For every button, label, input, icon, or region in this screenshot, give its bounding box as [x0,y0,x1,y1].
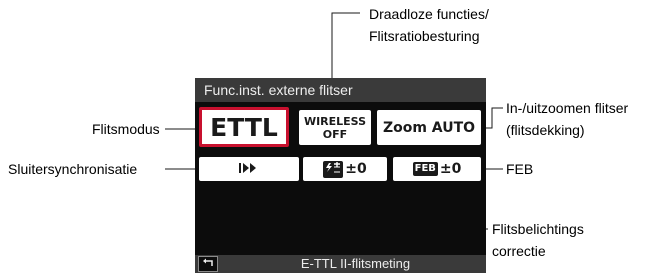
callout-shutter-sync: Sluitersynchronisatie [8,161,138,177]
wireless-button[interactable]: WIRELESS OFF [299,110,371,145]
callout-wireless-line2: Flitsratiobesturing [369,28,480,44]
return-button[interactable] [198,256,218,272]
fec-value: ±0 [345,161,367,177]
status-bar: E-TTL II-flitsmeting [195,255,486,273]
callout-fec: Flitsbelichtings correctie [492,218,584,262]
shutter-sync-button[interactable] [199,157,299,181]
menu-title: Func.inst. externe flitser [195,78,486,102]
flash-mode-value: ETTL [210,112,278,142]
callout-wireless: Draadloze functies/ Flitsratiobesturing [369,3,489,47]
callout-fec-line1: Flitsbelichtings [492,221,584,237]
callout-feb: FEB [506,161,534,177]
callout-zoom-line2: (flitsdekking) [506,122,585,138]
high-speed-sync-icon [238,160,260,179]
wireless-label: WIRELESS [303,114,367,128]
flash-exposure-compensation-button[interactable]: ±0 [303,157,387,181]
return-arrow-icon [202,255,214,273]
camera-lcd-screen: Func.inst. externe flitser ETTL WIRELESS… [195,78,486,273]
zoom-button[interactable]: Zoom AUTO [377,110,481,145]
callout-flash-mode: Flitsmodus [92,121,160,137]
callout-zoom: In-/uitzoomen flitser (flitsdekking) [506,97,628,141]
flash-mode-button[interactable]: ETTL [199,107,289,147]
flash-exposure-compensation-icon [323,160,344,178]
feb-label-chip: FEB [412,162,438,176]
zoom-value: Zoom AUTO [382,119,476,136]
wireless-status: OFF [322,127,348,141]
callout-zoom-line1: In-/uitzoomen flitser [506,100,629,116]
callout-fec-line2: correctie [492,243,546,259]
status-text: E-TTL II-flitsmeting [300,256,411,271]
callout-wireless-line1: Draadloze functies/ [369,6,489,22]
feb-value: ±0 [439,161,462,177]
feb-button[interactable]: FEB ±0 [393,157,481,181]
